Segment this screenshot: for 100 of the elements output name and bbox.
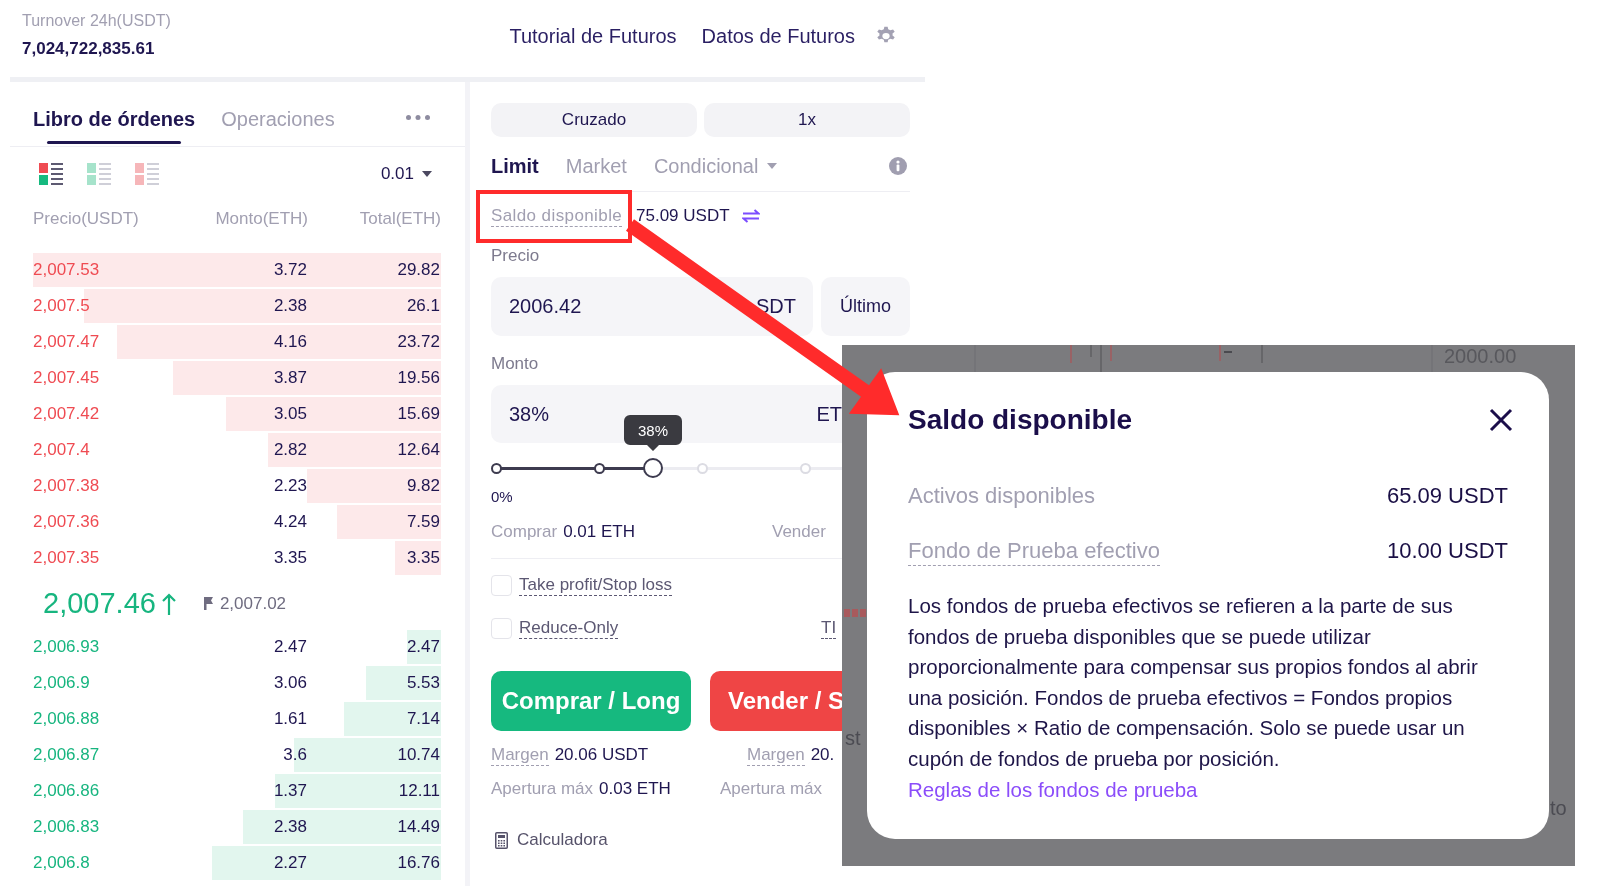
close-icon[interactable] xyxy=(1489,408,1513,432)
bar-marks-icon xyxy=(844,609,866,617)
dialog-title: Saldo disponible xyxy=(908,404,1132,436)
dialog-description: Los fondos de prueba efectivos se refieren a la parte de sus fondos de prueba disponibles que se puede utilizar proporcionalmente para compensar sus propios fondos al abrir una posición. Fondos de prueba efectivos = Fondos propios disponibles × Ratio de compensación. Solo se puede usar un cupón de fondos de prueba por posición. xyxy=(908,593,1479,772)
total-cell: 2.47 xyxy=(406,638,440,656)
calculator-button[interactable]: Calculadora xyxy=(491,829,608,851)
max-amount: Vender xyxy=(772,522,826,542)
field-label: Monto xyxy=(491,353,539,375)
caret-icon xyxy=(422,170,432,177)
total-cell: 7.14 xyxy=(406,710,440,728)
total-cell: 19.56 xyxy=(397,369,440,387)
total-cell: 12.11 xyxy=(398,782,440,800)
price-cell: 2,007.42 xyxy=(33,405,100,423)
amount-cell: 1.37 xyxy=(273,782,307,800)
price-cell: 2,006.9 xyxy=(33,674,90,692)
detail-value: 10.00 USDT xyxy=(1386,538,1508,564)
amount-cell: 4.24 xyxy=(273,513,307,531)
price-cell: 2,006.87 xyxy=(33,746,100,764)
precision-select[interactable]: 0.01 xyxy=(380,163,432,184)
total-cell: 15.69 xyxy=(397,405,440,423)
column-header: Total(ETH) xyxy=(359,209,441,229)
step-dot-icon xyxy=(491,462,502,474)
margin-value: 20. xyxy=(810,745,835,765)
detail-value: 65.09 USDT xyxy=(1386,483,1508,509)
sell-button[interactable]: Vender / S xyxy=(710,671,842,731)
last-price: 2,007.46 xyxy=(43,587,156,620)
max-open-value: 0.03 ETH xyxy=(599,779,671,799)
column-header: Precio(USDT) xyxy=(33,209,139,229)
calculator-icon xyxy=(495,831,508,849)
total-cell: 9.82 xyxy=(406,477,440,495)
max-open-label: Apertura máx xyxy=(720,779,823,799)
max-open-label: Apertura máx xyxy=(491,779,594,799)
total-cell: 3.35 xyxy=(406,549,440,567)
slider-thumb[interactable] xyxy=(643,458,664,478)
amount-cell: 2.23 xyxy=(273,477,307,495)
tif-label[interactable]: TI xyxy=(821,617,837,639)
option-label: Reduce-Only xyxy=(519,617,619,639)
option-label: Take profit/Stop loss xyxy=(519,574,673,596)
header-link[interactable]: Tutorial de Futuros xyxy=(509,24,677,48)
price-cell: 2,007.4 xyxy=(33,441,90,459)
order-type-tab[interactable]: Limit xyxy=(491,153,539,178)
step-dot-icon xyxy=(697,462,708,474)
margin-label: Margen xyxy=(747,744,805,766)
amount-cell: 2.82 xyxy=(273,441,307,459)
header-link[interactable]: Datos de Futuros xyxy=(701,24,855,48)
step-dot-icon xyxy=(800,462,811,474)
margin-value: 20.06 USDT xyxy=(554,745,649,765)
total-cell: 26.1 xyxy=(406,297,440,315)
checkbox[interactable] xyxy=(491,617,512,639)
total-cell: 10.74 xyxy=(397,746,440,764)
order-book-tab[interactable]: Libro de órdenes xyxy=(33,107,196,144)
max-amount: Comprar 0.01 ETH xyxy=(491,522,635,542)
price-cell: 2,007.36 xyxy=(33,513,100,531)
amount-cell: 1.61 xyxy=(273,710,307,728)
total-cell: 16.76 xyxy=(397,854,440,872)
mode-button[interactable]: Cruzado xyxy=(491,103,697,137)
price-cell: 2,006.93 xyxy=(33,638,100,656)
price-cell: 2,007.35 xyxy=(33,549,100,567)
caret-icon xyxy=(767,162,778,169)
detail-label: Activos disponibles xyxy=(908,482,1096,510)
total-cell: 5.53 xyxy=(406,674,440,692)
amount-cell: 3.72 xyxy=(273,261,307,279)
info-icon[interactable] xyxy=(889,156,907,175)
amount-cell: 3.05 xyxy=(273,405,307,423)
price-cell: 2,006.83 xyxy=(33,818,100,836)
rules-link[interactable]: Reglas de los fondos de prueba xyxy=(908,774,1198,806)
balance-label: Saldo disponible xyxy=(491,205,623,227)
total-cell: 12.64 xyxy=(397,441,440,459)
detail-label: Fondo de Prueba efectivo xyxy=(908,536,1160,566)
amount-cell: 3.35 xyxy=(273,549,307,567)
turnover-label: Turnover 24h(USDT) xyxy=(22,11,171,31)
amount-cell: 2.38 xyxy=(273,818,307,836)
slider-min-label: 0% xyxy=(491,487,513,507)
price-cell: 2,007.38 xyxy=(33,477,100,495)
turnover-value: 7,024,722,835.61 xyxy=(22,39,155,59)
amount-cell: 3.06 xyxy=(273,674,307,692)
flag-icon xyxy=(203,597,214,610)
mark-price: 2,007.02 xyxy=(219,593,287,614)
column-header: Monto(ETH) xyxy=(215,209,308,229)
price-cell: 2,007.45 xyxy=(33,369,100,387)
margin-label: Margen xyxy=(491,744,549,766)
transfer-icon[interactable] xyxy=(741,209,760,223)
last-price-button[interactable]: Último xyxy=(821,277,910,336)
book-layout-icon[interactable] xyxy=(39,162,63,185)
total-cell: 14.49 xyxy=(397,818,440,836)
amount-cell: 4.16 xyxy=(273,333,307,351)
price-cell: 2,006.86 xyxy=(33,782,100,800)
step-dot-icon xyxy=(594,462,605,474)
amount-cell: 3.6 xyxy=(283,746,307,764)
total-cell: 7.59 xyxy=(406,513,440,531)
price-cell: 2,007.47 xyxy=(33,333,100,351)
field-label: Precio xyxy=(491,245,540,267)
amount-cell: 2.38 xyxy=(273,297,307,315)
price-cell: 2,006.88 xyxy=(33,710,100,728)
mode-button[interactable]: 1x xyxy=(704,103,910,137)
more-icon[interactable] xyxy=(406,114,430,120)
slider-tooltip: 38% xyxy=(624,415,683,451)
price-cell: 2,007.53 xyxy=(33,261,100,279)
checkbox[interactable] xyxy=(491,574,512,596)
price-cell: 2,007.5 xyxy=(33,297,90,315)
